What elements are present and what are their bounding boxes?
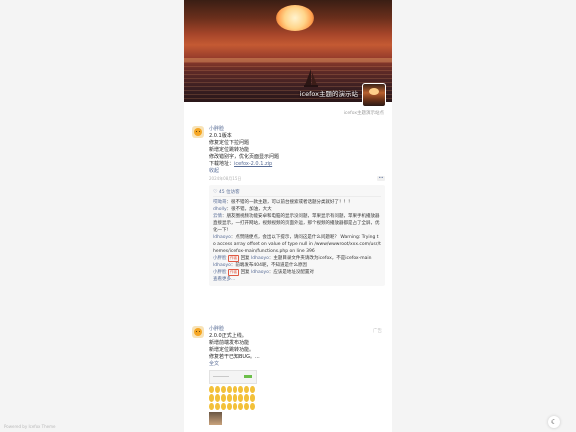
post-text-line: 新增前端发布功能 <box>209 340 250 346</box>
site-title: icefox主题的演示站 <box>299 90 358 98</box>
comment-author[interactable]: ldhaoyo <box>213 263 231 268</box>
post-text-line: 新增定位跳转功能。 <box>209 347 255 353</box>
post-image[interactable] <box>209 412 222 425</box>
heart-icon: ♡ <box>213 189 218 195</box>
comment-author[interactable]: 小胖脸 <box>213 270 227 275</box>
sun <box>276 5 314 31</box>
theme-toggle-button[interactable]: ☾ <box>548 416 560 428</box>
comments-box: ♡ 45 位访客 哎呦哥：很不错的一款主题，可以前台搜索或者话题分类就好了！！！… <box>209 185 385 286</box>
comment[interactable]: 云情：朋友圈视频功能安卓和电脑的显示没问题，苹果显示有问题，苹果手机播放器直接显… <box>213 213 381 234</box>
post-text-line: 2.0.1版本 <box>209 133 232 139</box>
author-badge: 作者 <box>227 269 240 276</box>
likes-count: 45 位访客 <box>218 190 240 195</box>
more-comments-link[interactable]: 查看更多... <box>213 276 381 283</box>
download-row: 下载地址：icefox-2.0.1.zip <box>209 161 385 168</box>
comment-author[interactable]: 小胖脸 <box>213 256 227 261</box>
moments-page: icefox主题的演示站 icefox主题演示站点 小胖脸 2.0.1版本 修复… <box>184 0 392 432</box>
avatar[interactable] <box>192 126 204 138</box>
post-image[interactable] <box>209 370 257 384</box>
site-subtitle: icefox主题演示站点 <box>343 111 384 116</box>
comment-author[interactable]: 哎呦哥 <box>213 200 227 205</box>
comment[interactable]: 哎呦哥：很不错的一款主题，可以前台搜索或者话题分类就好了！！！ <box>213 199 381 206</box>
post-image[interactable] <box>209 386 255 410</box>
author-badge: 作者 <box>227 255 240 262</box>
post-text-line: 修复定位下拉问题 <box>209 140 250 146</box>
comment-author[interactable]: ldhaoyo <box>213 235 231 240</box>
comment[interactable]: dholly：很不错，加油，大大 <box>213 206 381 213</box>
site-avatar[interactable] <box>362 83 386 107</box>
cover-image: icefox主题的演示站 <box>184 0 392 102</box>
download-label: 下载地址： <box>209 161 235 167</box>
comment-reply[interactable]: 小胖脸 作者 回复 ldhaoyo：主题目录文件夹请改为icefox，不是ice… <box>213 255 381 262</box>
comment[interactable]: ldhaoyo：点赞随便点，会出以下提示，请问这是什么问题呢？ Warning:… <box>213 234 381 255</box>
sailboat-icon <box>304 69 318 87</box>
more-actions-button[interactable]: •• <box>377 176 385 181</box>
comment-author[interactable]: 云情 <box>213 214 222 219</box>
post-text-line: 修改错别字，优化页面显示问题 <box>209 154 280 160</box>
fulltext-link[interactable]: 全文 <box>209 361 385 368</box>
post-text-line: 修复若干已知BUG。... <box>209 354 260 360</box>
likes-row: ♡ 45 位访客 <box>213 188 381 197</box>
comment[interactable]: ldhaoyo：前端发布404呢，不知道是什么原因 <box>213 262 381 269</box>
post-text-line: 2.0.0正式上线。 <box>209 333 247 339</box>
avatar[interactable] <box>192 326 204 338</box>
author-name[interactable]: 小胖脸 <box>209 326 385 333</box>
download-link[interactable]: icefox-2.0.1.zip <box>234 161 272 167</box>
post-date: 2024年08月15日 <box>209 176 242 181</box>
author-name[interactable]: 小胖脸 <box>209 126 385 133</box>
collapse-link[interactable]: 收起 <box>209 168 385 175</box>
footer-text: Powered by Icefox Theme <box>4 424 56 429</box>
post-text-line: 新增定位跳转功能 <box>209 147 250 153</box>
comment-reply[interactable]: 小胖脸 作者 回复 ldhaoyo：应该是地址没配置对 <box>213 269 381 276</box>
comment-author[interactable]: dholly <box>213 207 227 212</box>
